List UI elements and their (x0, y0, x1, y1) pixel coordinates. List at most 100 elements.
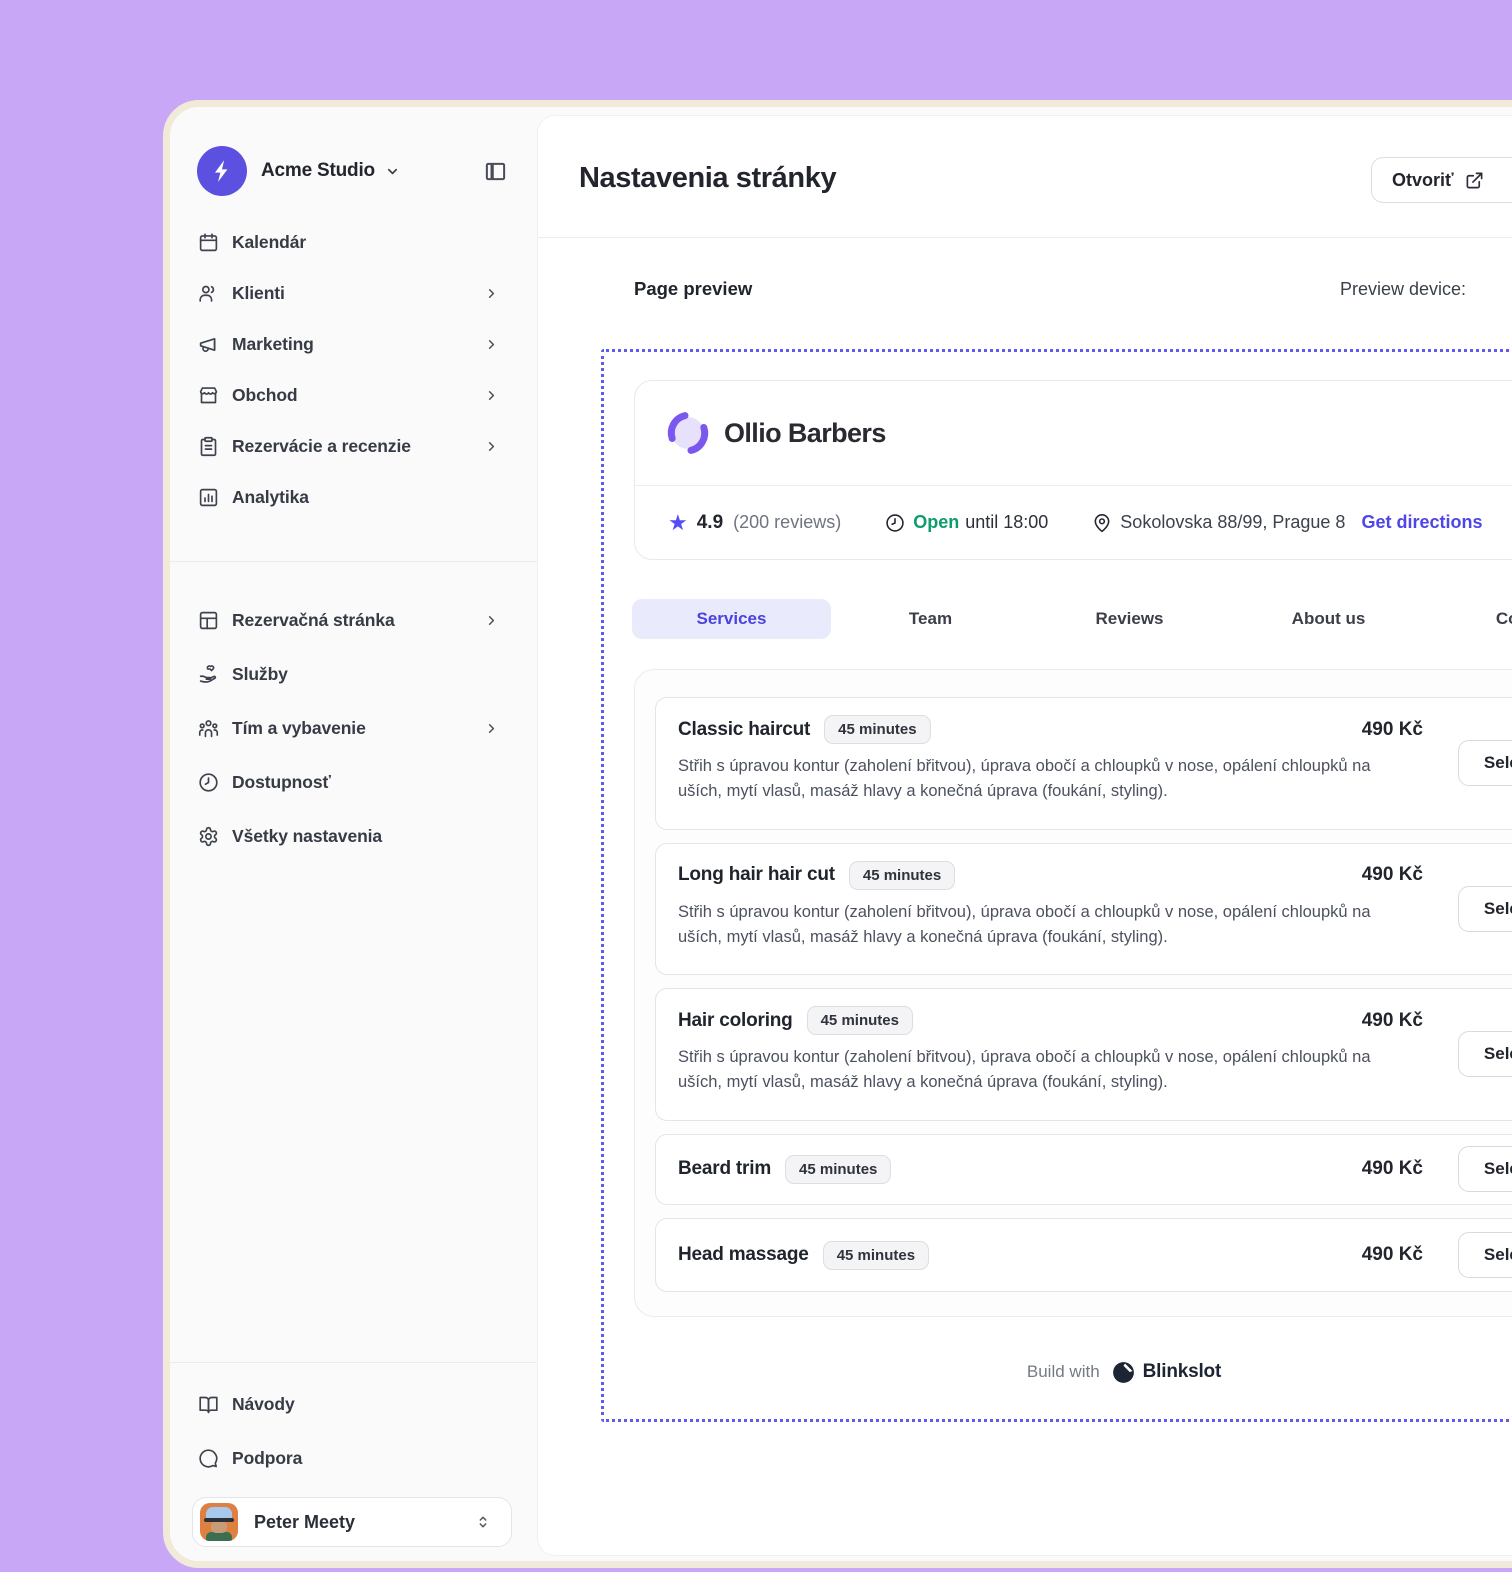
chevron-right-icon (484, 439, 499, 454)
build-with-label: Build with (1027, 1362, 1100, 1382)
service-name: Head massage (678, 1244, 809, 1266)
sidebar-divider (170, 561, 537, 562)
team-icon (198, 718, 219, 739)
sidebar-item-kalendar[interactable]: Kalendár (170, 217, 537, 268)
service-card-hair-coloring: Hair coloring 45 minutes 490 Kč Střih s … (655, 988, 1512, 1121)
clock-icon (885, 513, 905, 533)
book-icon (198, 1394, 219, 1415)
select-button[interactable]: Select (1458, 1031, 1512, 1077)
service-card-head-massage: Head massage 45 minutes 490 Kč Select (655, 1218, 1512, 1292)
screen-background: Acme Studio Kalendár (0, 0, 1512, 1572)
preview-tabs: Services Team Reviews About us Contact (632, 599, 1512, 639)
layout-icon (198, 610, 219, 631)
clock-icon (198, 772, 219, 793)
service-name: Classic haircut (678, 719, 810, 741)
calendar-icon (198, 232, 219, 253)
select-button[interactable]: Select (1458, 1146, 1512, 1192)
duration-badge: 45 minutes (824, 715, 930, 744)
business-logo (665, 410, 711, 456)
duration-badge: 45 minutes (849, 861, 955, 890)
page-preview-frame: Ollio Barbers ★ 4.9 (200 reviews) Open (601, 349, 1512, 1422)
clipboard-icon (198, 436, 219, 457)
open-page-button[interactable]: Otvoriť (1371, 157, 1512, 203)
map-pin-icon (1092, 513, 1112, 533)
select-button[interactable]: Select (1458, 1232, 1512, 1278)
chevron-down-icon (385, 164, 400, 179)
chevron-right-icon (484, 613, 499, 628)
service-name: Hair coloring (678, 1010, 793, 1032)
sidebar: Acme Studio Kalendár (170, 107, 537, 1561)
star-icon: ★ (668, 512, 688, 534)
service-price: 490 Kč (1362, 1244, 1423, 1266)
chevrons-up-down-icon (475, 1514, 491, 1530)
avatar (200, 1503, 238, 1541)
sidebar-item-obchod[interactable]: Obchod (170, 370, 537, 421)
service-price: 490 Kč (1362, 719, 1423, 741)
sidebar-item-navody[interactable]: Návody (170, 1377, 537, 1431)
workspace-switcher[interactable]: Acme Studio (197, 146, 400, 196)
external-link-icon (1465, 171, 1484, 190)
users-icon (198, 283, 219, 304)
sidebar-item-dostupnost[interactable]: Dostupnosť (170, 755, 537, 809)
service-name: Long hair hair cut (678, 864, 835, 886)
tab-about-us[interactable]: About us (1229, 599, 1428, 639)
lightning-bolt-icon (209, 158, 235, 184)
sidebar-item-sluzby[interactable]: Služby (170, 647, 537, 701)
chevron-right-icon (484, 388, 499, 403)
app-window: Acme Studio Kalendár (163, 100, 1512, 1568)
page-title: Nastavenia stránky (579, 162, 836, 195)
user-menu[interactable]: Peter Meety (192, 1497, 512, 1547)
rating-value: 4.9 (697, 512, 723, 534)
tab-team[interactable]: Team (831, 599, 1030, 639)
header-divider (538, 237, 1512, 238)
get-directions-link[interactable]: Get directions (1361, 512, 1482, 533)
tab-reviews[interactable]: Reviews (1030, 599, 1229, 639)
business-header-card: Ollio Barbers ★ 4.9 (200 reviews) Open (634, 380, 1512, 560)
sidebar-nav-secondary: Rezervačná stránka Služby Tím a vybaveni… (170, 593, 537, 863)
blinkslot-brand-name: Blinkslot (1143, 1361, 1221, 1383)
sidebar-divider (170, 1362, 537, 1363)
sidebar-item-klienti[interactable]: Klienti (170, 268, 537, 319)
store-icon (198, 385, 219, 406)
service-price: 490 Kč (1362, 864, 1423, 886)
chat-icon (198, 1448, 219, 1469)
preview-device-label: Preview device: (1340, 279, 1466, 300)
service-card-classic-haircut: Classic haircut 45 minutes 490 Kč Střih … (655, 697, 1512, 830)
analytics-icon (198, 487, 219, 508)
service-name: Beard trim (678, 1158, 771, 1180)
workspace-name: Acme Studio (261, 160, 375, 182)
duration-badge: 45 minutes (823, 1241, 929, 1270)
chevron-right-icon (484, 337, 499, 352)
sidebar-nav-main: Kalendár Klienti Marketing Obchod (170, 217, 537, 523)
hand-heart-icon (198, 664, 219, 685)
sidebar-item-tim-a-vybavenie[interactable]: Tím a vybavenie (170, 701, 537, 755)
sidebar-item-analytika[interactable]: Analytika (170, 472, 537, 523)
sidebar-item-podpora[interactable]: Podpora (170, 1431, 537, 1485)
service-description: Střih s úpravou kontur (zaholení břitvou… (678, 754, 1373, 804)
duration-badge: 45 minutes (807, 1006, 913, 1035)
sidebar-item-rezervacie[interactable]: Rezervácie a recenzie (170, 421, 537, 472)
sidebar-item-vsetky-nastavenia[interactable]: Všetky nastavenia (170, 809, 537, 863)
chevron-right-icon (484, 721, 499, 736)
page-preview-label: Page preview (634, 278, 752, 300)
tab-contact[interactable]: Contact (1428, 599, 1512, 639)
chevron-right-icon (484, 286, 499, 301)
sidebar-item-rezervacna-stranka[interactable]: Rezervačná stránka (170, 593, 537, 647)
open-until: until 18:00 (965, 512, 1048, 533)
user-name: Peter Meety (254, 1512, 355, 1533)
collapse-sidebar-icon[interactable] (484, 160, 507, 183)
business-name: Ollio Barbers (724, 418, 886, 449)
sidebar-nav-footer: Návody Podpora (170, 1377, 537, 1485)
tab-services[interactable]: Services (632, 599, 831, 639)
business-address: Sokolovska 88/99, Prague 8 (1120, 512, 1345, 533)
main-panel: Nastavenia stránky Otvoriť Page preview … (537, 115, 1512, 1556)
sidebar-item-marketing[interactable]: Marketing (170, 319, 537, 370)
gear-icon (198, 826, 219, 847)
duration-badge: 45 minutes (785, 1155, 891, 1184)
service-description: Střih s úpravou kontur (zaholení břitvou… (678, 900, 1373, 950)
service-price: 490 Kč (1362, 1010, 1423, 1032)
megaphone-icon (198, 334, 219, 355)
service-card-beard-trim: Beard trim 45 minutes 490 Kč Select (655, 1134, 1512, 1206)
select-button[interactable]: Select (1458, 886, 1512, 932)
select-button[interactable]: Select (1458, 740, 1512, 786)
